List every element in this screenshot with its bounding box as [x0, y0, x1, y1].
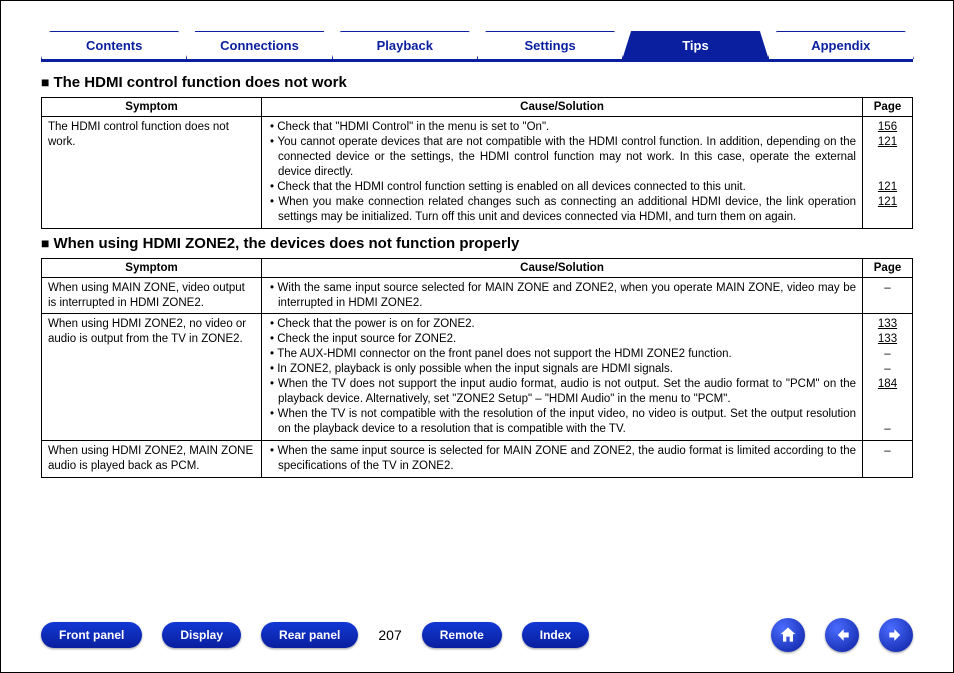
- col-symptom: Symptom: [42, 98, 262, 117]
- page-link[interactable]: 121: [878, 196, 897, 208]
- page-link[interactable]: 184: [878, 378, 897, 390]
- col-cause: Cause/Solution: [262, 258, 863, 277]
- page-link[interactable]: 121: [878, 181, 897, 193]
- col-page: Page: [863, 258, 913, 277]
- tab-playback[interactable]: Playback: [332, 31, 478, 59]
- table-row: When using MAIN ZONE, video output is in…: [42, 277, 913, 314]
- tab-bar: Contents Connections Playback Settings T…: [1, 1, 953, 59]
- rear-panel-button[interactable]: Rear panel: [261, 622, 358, 648]
- section1-table: Symptom Cause/Solution Page The HDMI con…: [41, 97, 913, 229]
- col-symptom: Symptom: [42, 258, 262, 277]
- table-row: When using HDMI ZONE2, no video or audio…: [42, 314, 913, 441]
- col-page: Page: [863, 98, 913, 117]
- front-panel-button[interactable]: Front panel: [41, 622, 142, 648]
- remote-button[interactable]: Remote: [422, 622, 502, 648]
- home-icon[interactable]: [771, 618, 805, 652]
- section2-table: Symptom Cause/Solution Page When using M…: [41, 258, 913, 478]
- section2-title: ■When using HDMI ZONE2, the devices does…: [41, 235, 913, 252]
- page-link[interactable]: 133: [878, 318, 897, 330]
- table-row: The HDMI control function does not work.…: [42, 117, 913, 229]
- tab-connections[interactable]: Connections: [186, 31, 332, 59]
- index-button[interactable]: Index: [522, 622, 589, 648]
- tab-settings[interactable]: Settings: [477, 31, 623, 59]
- tab-tips[interactable]: Tips: [622, 31, 768, 59]
- footer-bar: Front panel Display Rear panel 207 Remot…: [1, 618, 953, 652]
- page-link[interactable]: 121: [878, 136, 897, 148]
- next-icon[interactable]: [879, 618, 913, 652]
- page-number: 207: [378, 627, 401, 643]
- page-link[interactable]: 133: [878, 333, 897, 345]
- tab-appendix[interactable]: Appendix: [768, 31, 914, 59]
- page-link[interactable]: 156: [878, 121, 897, 133]
- col-cause: Cause/Solution: [262, 98, 863, 117]
- tab-contents[interactable]: Contents: [41, 31, 187, 59]
- table-row: When using HDMI ZONE2, MAIN ZONE audio i…: [42, 440, 913, 477]
- section1-title: ■The HDMI control function does not work: [41, 74, 913, 91]
- display-button[interactable]: Display: [162, 622, 241, 648]
- prev-icon[interactable]: [825, 618, 859, 652]
